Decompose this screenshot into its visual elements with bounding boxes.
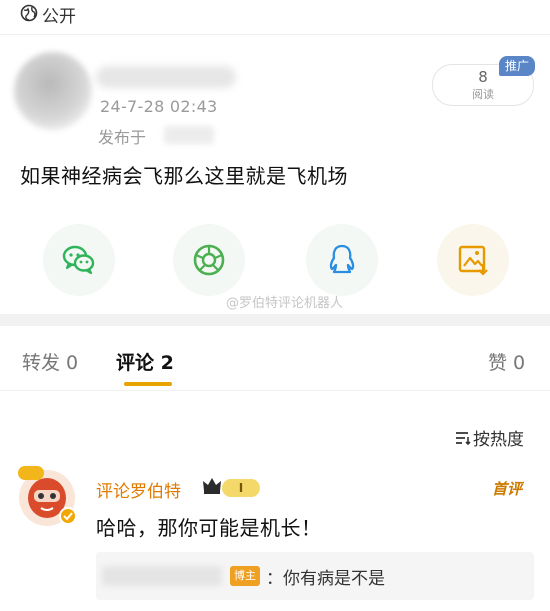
promote-badge[interactable]: 推广 bbox=[499, 56, 536, 76]
visibility-label: 公开 bbox=[42, 7, 76, 27]
sort-icon bbox=[456, 432, 471, 445]
moments-icon bbox=[193, 244, 225, 276]
post-time: 24-7-28 02:43 bbox=[100, 97, 218, 116]
author-avatar[interactable] bbox=[14, 52, 92, 130]
author-name-blurred[interactable] bbox=[96, 66, 236, 88]
interaction-tabs: 转发 0 评论 2 赞 0 bbox=[0, 326, 550, 390]
share-moments-button[interactable] bbox=[173, 224, 245, 296]
level-badge: I bbox=[222, 479, 260, 497]
reply-preview[interactable]: 博主 ：你有病是不是 bbox=[96, 552, 534, 600]
wechat-icon bbox=[62, 245, 95, 275]
post-content: 如果神经病会飞那么这里就是飞机场 bbox=[20, 164, 348, 188]
reply-author-blurred bbox=[102, 566, 222, 586]
sort-label: 按热度 bbox=[473, 430, 524, 450]
tab-repost[interactable]: 转发 0 bbox=[22, 348, 78, 375]
save-image-icon bbox=[458, 245, 488, 276]
comment-text: 哈哈，那你可能是机长！ bbox=[96, 516, 322, 540]
first-comment-badge: 首评 bbox=[492, 480, 523, 498]
active-tab-indicator bbox=[124, 382, 172, 386]
tab-comments[interactable]: 评论 2 bbox=[116, 348, 174, 375]
reply-text: ：你有病是不是 bbox=[266, 569, 385, 589]
share-wechat-button[interactable] bbox=[43, 224, 115, 296]
blogger-tag: 博主 bbox=[230, 566, 260, 586]
divider bbox=[0, 390, 550, 391]
commenter-name[interactable]: 评论罗伯特 bbox=[96, 477, 181, 502]
sort-button[interactable]: 按热度 bbox=[455, 425, 524, 450]
qq-icon bbox=[329, 244, 355, 274]
visibility-bar: 公开 bbox=[0, 0, 550, 35]
tab-likes[interactable]: 赞 0 bbox=[488, 348, 525, 375]
divider bbox=[0, 34, 550, 35]
globe-icon bbox=[20, 4, 38, 22]
watermark: @罗伯特评论机器人 bbox=[226, 296, 344, 311]
read-label: 阅读 bbox=[472, 88, 494, 101]
share-qq-button[interactable] bbox=[306, 224, 378, 296]
robot-avatar-icon bbox=[18, 466, 77, 526]
crown-icon bbox=[203, 478, 221, 494]
level-text: I bbox=[238, 481, 244, 495]
save-image-button[interactable] bbox=[437, 224, 509, 296]
published-location-blurred bbox=[164, 126, 214, 144]
published-from-label: 发布于 bbox=[98, 128, 147, 147]
commenter-avatar[interactable] bbox=[14, 462, 80, 528]
section-divider bbox=[0, 314, 550, 326]
